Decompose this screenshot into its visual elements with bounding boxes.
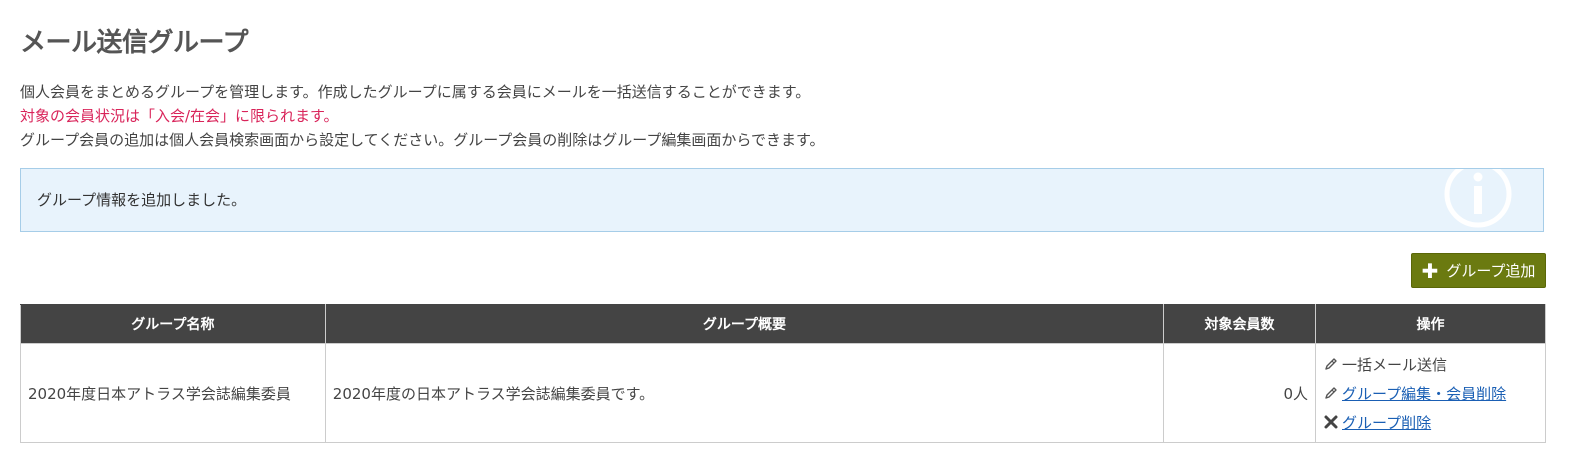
group-summary-cell: 2020年度の日本アトラス学会誌編集委員です。 — [324, 343, 1165, 443]
add-group-button[interactable]: ✚ グループ追加 — [1411, 253, 1546, 288]
bulk-mail-label: 一括メール送信 — [1342, 355, 1448, 374]
column-header-actions: 操作 — [1315, 304, 1546, 344]
actions-cell: 一括メール送信 グループ編集・会員削除 グループ削除 — [1315, 343, 1546, 443]
alert-message: グループ情報を追加しました。 — [37, 191, 247, 209]
close-icon — [1324, 415, 1338, 429]
group-table: グループ名称 グループ概要 対象会員数 操作 2020年度日本アトラス学会誌編集… — [20, 304, 1546, 443]
page: メール送信グループ 個人会員をまとめるグループを管理します。作成したグループに属… — [0, 0, 1577, 474]
delete-group-action[interactable]: グループ削除 — [1323, 412, 1538, 433]
pencil-icon — [1325, 387, 1337, 399]
pencil-icon — [1325, 358, 1337, 370]
actions-list: 一括メール送信 グループ編集・会員削除 グループ削除 — [1323, 352, 1538, 435]
column-header-name: グループ名称 — [20, 304, 326, 344]
edit-group-action[interactable]: グループ編集・会員削除 — [1323, 383, 1538, 404]
column-header-summary: グループ概要 — [324, 304, 1165, 344]
add-group-label: グループ追加 — [1446, 262, 1536, 280]
plus-icon: ✚ — [1421, 258, 1439, 283]
table-row: 2020年度日本アトラス学会誌編集委員 2020年度の日本アトラス学会誌編集委員… — [20, 343, 1546, 443]
column-header-count: 対象会員数 — [1163, 304, 1316, 344]
info-icon — [1444, 169, 1512, 228]
page-description: 個人会員をまとめるグループを管理します。作成したグループに属する会員にメールを一… — [20, 80, 824, 152]
bulk-mail-action[interactable]: 一括メール送信 — [1323, 354, 1538, 375]
member-count-cell: 0人 — [1163, 343, 1316, 443]
delete-group-link[interactable]: グループ削除 — [1342, 412, 1431, 433]
table-header-row: グループ名称 グループ概要 対象会員数 操作 — [20, 304, 1546, 344]
description-warning-line: 対象の会員状況は「入会/在会」に限られます。 — [20, 107, 339, 125]
edit-group-link[interactable]: グループ編集・会員削除 — [1342, 383, 1506, 404]
info-alert: グループ情報を追加しました。 — [20, 168, 1544, 232]
group-name-cell: 2020年度日本アトラス学会誌編集委員 — [20, 343, 326, 443]
description-line-1: 個人会員をまとめるグループを管理します。作成したグループに属する会員にメールを一… — [20, 83, 811, 101]
page-title: メール送信グループ — [20, 28, 248, 58]
description-line-3: グループ会員の追加は個人会員検索画面から設定してください。グループ会員の削除はグ… — [20, 131, 825, 149]
